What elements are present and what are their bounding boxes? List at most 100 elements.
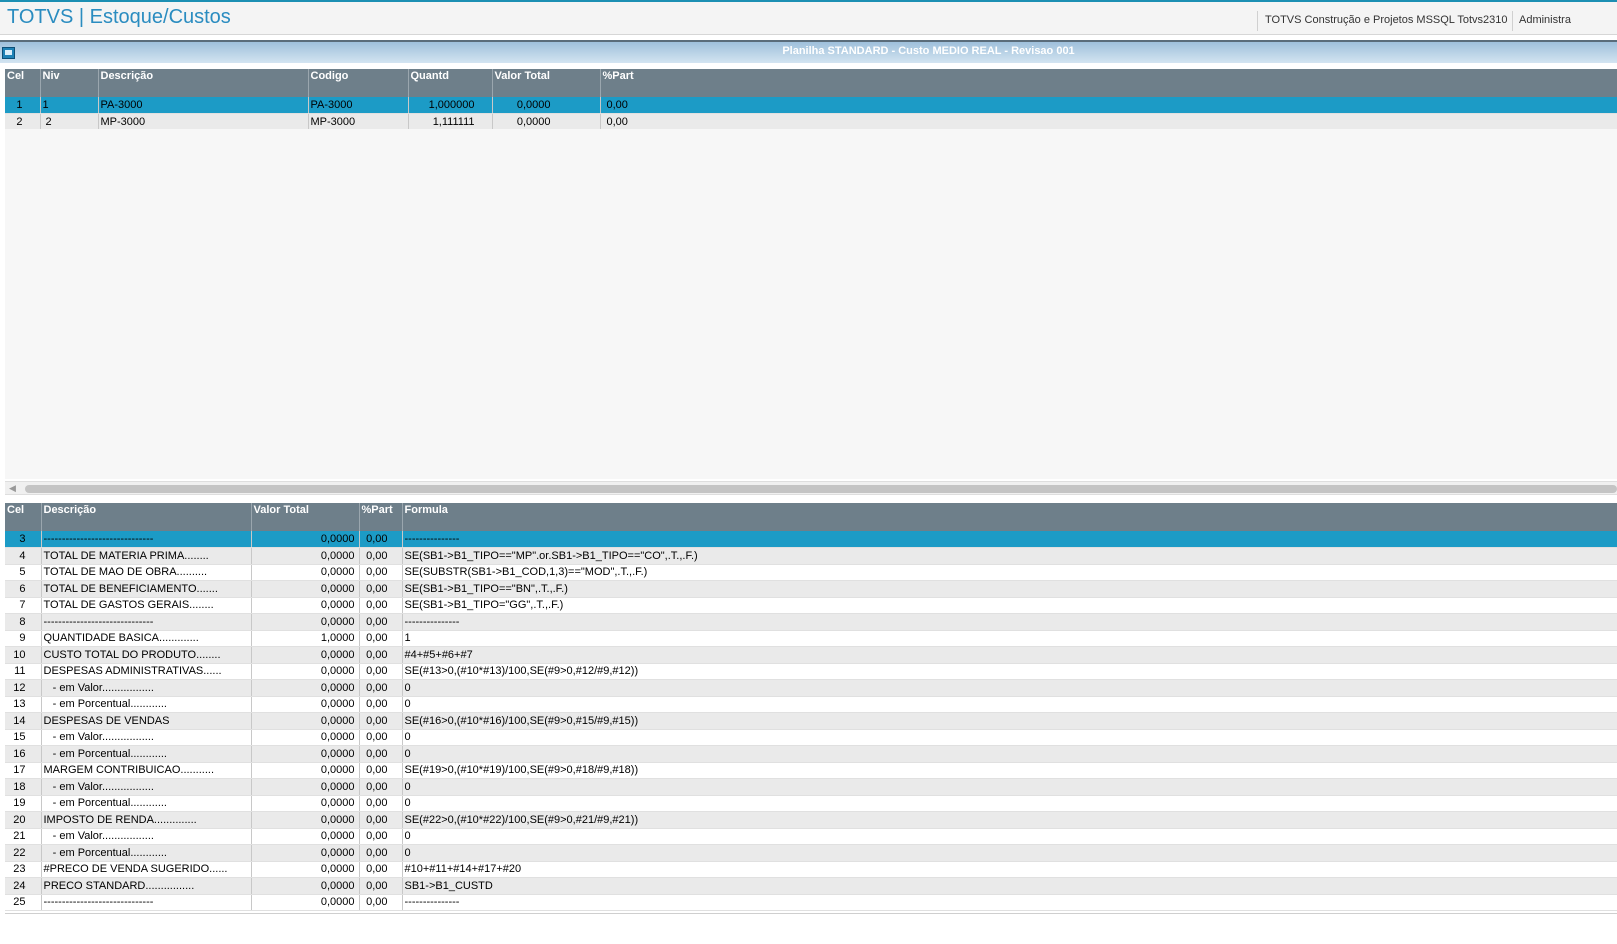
table-row[interactable]: 21 - em Valor................. 0,0000 0,00… xyxy=(5,828,1617,845)
cell-valor-total[interactable]: 0,0000 xyxy=(251,745,360,763)
table-row[interactable]: 10 CUSTO TOTAL DO PRODUTO........ 0,0000 0,… xyxy=(5,646,1617,664)
cell-valor-total[interactable]: 0,0000 xyxy=(492,97,601,114)
table-row[interactable]: 12 - em Valor................. 0,0000 0,00… xyxy=(5,679,1617,697)
cell-cel[interactable]: 7 xyxy=(5,597,42,614)
table-row[interactable]: 14 DESPESAS DE VENDAS 0,0000 0,00 SE(#16>0,(… xyxy=(5,712,1617,730)
table-row[interactable]: 5 TOTAL DE MAO DE OBRA.......... 0,0000 0,0… xyxy=(5,564,1617,581)
cell-valor-total[interactable]: 0,0000 xyxy=(251,795,360,812)
cell-niv[interactable]: 2 xyxy=(40,113,99,131)
cell-cel[interactable]: 6 xyxy=(5,580,42,598)
cell-valor-total[interactable]: 0,0000 xyxy=(251,844,360,862)
cell-formula[interactable]: SE(#19>0,(#10*#19)/100,SE(#9>0,#18/#9,#1… xyxy=(402,762,1617,779)
cell-cel[interactable]: 14 xyxy=(5,712,42,730)
col-header-formula[interactable]: Formula xyxy=(402,503,1617,531)
cell-descricao[interactable]: - em Valor................. xyxy=(41,778,252,796)
scroll-left-icon[interactable]: ◀ xyxy=(9,483,16,494)
cell-cel[interactable]: 13 xyxy=(5,696,42,713)
cell-cel[interactable]: 20 xyxy=(5,811,42,829)
cell-descricao[interactable]: - em Valor................. xyxy=(41,679,252,697)
table-row[interactable]: 16 - em Porcentual............ 0,0000 0,00… xyxy=(5,745,1617,763)
cell-part[interactable]: 0,00 xyxy=(359,712,403,730)
cell-descricao[interactable]: - em Porcentual............ xyxy=(41,696,252,713)
cell-valor-total[interactable]: 0,0000 xyxy=(251,811,360,829)
cell-valor-total[interactable]: 0,0000 xyxy=(251,663,360,680)
cell-valor-total[interactable]: 0,0000 xyxy=(251,580,360,598)
cell-formula[interactable]: #10+#11+#14+#17+#20 xyxy=(402,861,1617,878)
cell-part[interactable]: 0,00 xyxy=(359,531,403,548)
cell-codigo[interactable]: MP-3000 xyxy=(308,113,409,131)
cell-part[interactable]: 0,00 xyxy=(359,844,403,862)
cell-part[interactable]: 0,00 xyxy=(359,679,403,697)
cell-descricao[interactable]: QUANTIDADE BASICA............. xyxy=(41,630,252,647)
cell-cel[interactable]: 3 xyxy=(5,531,42,548)
cell-formula[interactable]: SE(SB1->B1_TIPO=="BN",.T.,.F.) xyxy=(402,580,1617,598)
col-header-niv[interactable]: Niv xyxy=(40,69,99,97)
cell-quantd[interactable]: 1,000000 xyxy=(408,97,493,114)
cell-formula[interactable]: 0 xyxy=(402,745,1617,763)
table-row[interactable]: 19 - em Porcentual............ 0,0000 0,00… xyxy=(5,795,1617,812)
table-row[interactable]: 23 #PRECO DE VENDA SUGERIDO...... 0,0000 0,… xyxy=(5,861,1617,878)
cell-part[interactable]: 0,00 xyxy=(359,630,403,647)
col-header-descricao[interactable]: Descrição xyxy=(98,69,309,97)
cell-cel[interactable]: 11 xyxy=(5,663,42,680)
cell-formula[interactable]: --------------- xyxy=(402,613,1617,631)
cell-valor-total[interactable]: 0,0000 xyxy=(251,613,360,631)
cell-cel[interactable]: 17 xyxy=(5,762,42,779)
cell-formula[interactable]: SE(#22>0,(#10*#22)/100,SE(#9>0,#21/#9,#2… xyxy=(402,811,1617,829)
table-row[interactable]: 20 IMPOSTO DE RENDA.............. 0,0000 0,… xyxy=(5,811,1617,829)
cell-cel[interactable]: 22 xyxy=(5,844,42,862)
table-row[interactable]: 13 - em Porcentual............ 0,0000 0,00… xyxy=(5,696,1617,713)
cell-cel[interactable]: 2 xyxy=(5,113,41,131)
table-row[interactable]: 3 ------------------------------ 0,0000 0,0… xyxy=(5,531,1617,548)
cell-valor-total[interactable]: 0,0000 xyxy=(251,762,360,779)
cell-part[interactable]: 0,00 xyxy=(359,811,403,829)
cell-valor-total[interactable]: 0,0000 xyxy=(251,828,360,845)
cell-formula[interactable]: 0 xyxy=(402,844,1617,862)
cell-codigo[interactable]: PA-3000 xyxy=(308,97,409,114)
cell-valor-total[interactable]: 0,0000 xyxy=(251,778,360,796)
cell-descricao[interactable]: MARGEM CONTRIBUICAO........... xyxy=(41,762,252,779)
table-row[interactable]: 8 ------------------------------ 0,0000 0,0… xyxy=(5,613,1617,631)
cell-descricao[interactable]: CUSTO TOTAL DO PRODUTO........ xyxy=(41,646,252,664)
table-row[interactable]: 9 QUANTIDADE BASICA............. 1,0000 0,0… xyxy=(5,630,1617,647)
cell-cel[interactable]: 23 xyxy=(5,861,42,878)
cell-descricao[interactable]: #PRECO DE VENDA SUGERIDO...... xyxy=(41,861,252,878)
cell-valor-total[interactable]: 0,0000 xyxy=(251,877,360,895)
table-row[interactable]: 2 2 MP-3000 MP-3000 1,111111 0,0000 0,00 xyxy=(5,113,1617,131)
cell-descricao[interactable]: TOTAL DE MATERIA PRIMA........ xyxy=(41,547,252,565)
col-header-part[interactable]: %Part xyxy=(600,69,1617,97)
cell-part[interactable]: 0,00 xyxy=(359,894,403,911)
cell-part[interactable]: 0,00 xyxy=(359,597,403,614)
cell-cel[interactable]: 10 xyxy=(5,646,42,664)
col-header-cel[interactable]: Cel xyxy=(5,503,42,531)
cell-part[interactable]: 0,00 xyxy=(359,877,403,895)
cell-descricao[interactable]: - em Valor................. xyxy=(41,828,252,845)
cell-formula[interactable]: SE(SB1->B1_TIPO=="MP".or.SB1->B1_TIPO=="… xyxy=(402,547,1617,565)
cell-part[interactable]: 0,00 xyxy=(600,113,1617,131)
cell-cel[interactable]: 9 xyxy=(5,630,42,647)
cell-part[interactable]: 0,00 xyxy=(359,663,403,680)
cell-descricao[interactable]: MP-3000 xyxy=(98,113,309,131)
cell-cel[interactable]: 25 xyxy=(5,894,42,911)
cell-valor-total[interactable]: 0,0000 xyxy=(251,894,360,911)
cell-descricao[interactable]: - em Porcentual............ xyxy=(41,745,252,763)
cell-valor-total[interactable]: 0,0000 xyxy=(251,696,360,713)
cell-valor-total[interactable]: 0,0000 xyxy=(251,531,360,548)
cell-formula[interactable]: 0 xyxy=(402,729,1617,746)
cell-descricao[interactable]: PA-3000 xyxy=(98,97,309,114)
cell-formula[interactable]: SE(#13>0,(#10*#13)/100,SE(#9>0,#12/#9,#1… xyxy=(402,663,1617,680)
cell-part[interactable]: 0,00 xyxy=(359,696,403,713)
cell-part[interactable]: 0,00 xyxy=(359,729,403,746)
col-header-cel[interactable]: Cel xyxy=(5,69,41,97)
table-row[interactable]: 15 - em Valor................. 0,0000 0,00… xyxy=(5,729,1617,746)
cell-part[interactable]: 0,00 xyxy=(359,613,403,631)
table-row[interactable]: 11 DESPESAS ADMINISTRATIVAS...... 0,0000 0,… xyxy=(5,663,1617,680)
cell-part[interactable]: 0,00 xyxy=(359,795,403,812)
cell-formula[interactable]: 0 xyxy=(402,696,1617,713)
cell-part[interactable]: 0,00 xyxy=(359,646,403,664)
cell-valor-total[interactable]: 0,0000 xyxy=(251,712,360,730)
cell-descricao[interactable]: PRECO STANDARD................ xyxy=(41,877,252,895)
table-row[interactable]: 6 TOTAL DE BENEFICIAMENTO....... 0,0000 0,0… xyxy=(5,580,1617,598)
cell-formula[interactable]: SE(#16>0,(#10*#16)/100,SE(#9>0,#15/#9,#1… xyxy=(402,712,1617,730)
cell-formula[interactable]: 0 xyxy=(402,795,1617,812)
